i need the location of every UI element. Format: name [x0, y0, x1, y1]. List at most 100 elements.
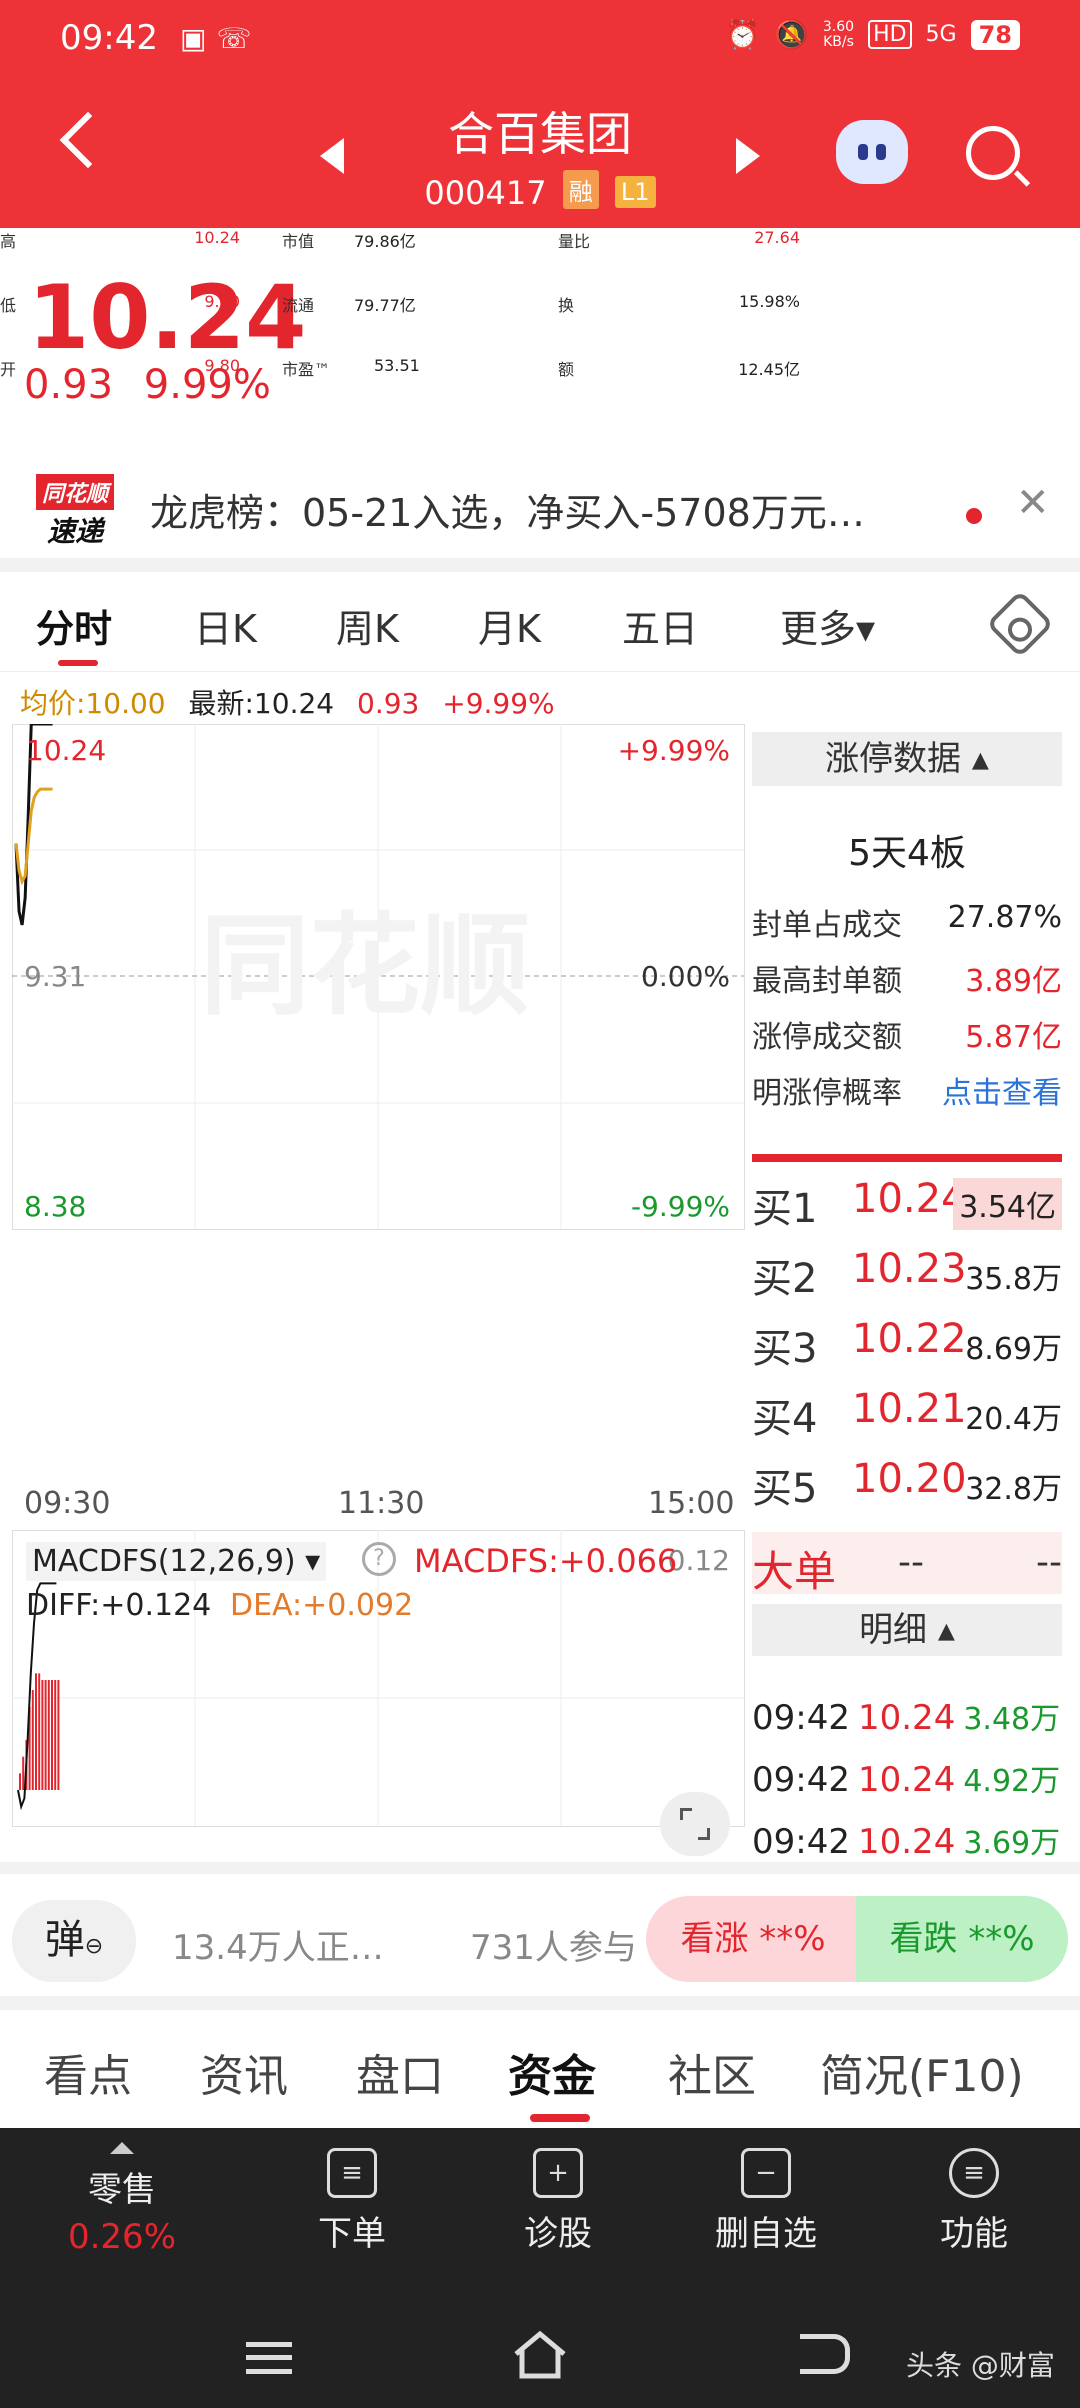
expand-up-icon — [110, 2142, 134, 2154]
home-icon[interactable] — [512, 2330, 568, 2380]
quote-value-market-0: 79.86亿 — [354, 232, 416, 251]
tab-f10[interactable]: 简况(F10) — [820, 2040, 1024, 2104]
chart-area: 分时 日K 周K 月K 五日 更多▾ 均价:10.00 最新:10.24 0.9… — [0, 572, 1080, 1862]
tab-funds[interactable]: 资金 — [508, 2040, 596, 2104]
detail-header[interactable]: 明细 ▴ — [752, 1604, 1062, 1656]
limit-row-label: 封单占成交 — [752, 908, 902, 943]
limit-row-value[interactable]: 点击查看 — [942, 1068, 1062, 1112]
participants-count: 731人参与 — [470, 1928, 637, 1968]
back-nav-icon[interactable] — [800, 2334, 850, 2374]
close-icon[interactable]: ✕ — [1016, 480, 1050, 526]
big-order-row[interactable]: 大单 -- -- — [752, 1532, 1062, 1596]
functions-label: 功能 — [940, 2214, 1008, 2254]
order-book-row[interactable]: 买1 10.24 3.54亿 — [752, 1172, 1062, 1242]
news-text[interactable]: 龙虎榜：05-21入选，净买入-5708万元… — [150, 482, 940, 537]
quote-value-market-1: 79.77亿 — [354, 296, 416, 315]
trade-volume: 3.48万 — [963, 1702, 1061, 1737]
news-logo-bottom: 速递 — [46, 515, 103, 548]
intraday-chart[interactable]: 同花顺 10.24 9.31 8.38 +9.99% 0.00% -9.99% — [12, 724, 757, 1244]
bid-label: 买1 — [752, 1186, 818, 1232]
y-pct-bottom: -9.99% — [631, 1190, 730, 1223]
limit-row-label: 明涨停概率 — [752, 1076, 902, 1111]
tab-intraday[interactable]: 分时 — [36, 598, 112, 653]
tab-community[interactable]: 社区 — [668, 2040, 756, 2104]
limit-data-header[interactable]: 涨停数据 ▴ — [752, 732, 1062, 786]
diagnose-stock-button[interactable]: + 诊股 — [468, 2148, 648, 2255]
tab-orderbook[interactable]: 盘口 — [356, 2040, 444, 2104]
tab-highlights[interactable]: 看点 — [44, 2040, 132, 2104]
y-label-bottom: 8.38 — [24, 1190, 86, 1223]
tab-more[interactable]: 更多▾ — [780, 598, 875, 653]
macd-title-select[interactable]: MACDFS(12,26,9) ▾ — [26, 1542, 327, 1581]
y-label-top: 10.24 — [26, 734, 106, 767]
viewers-count: 13.4万人正… — [172, 1928, 384, 1968]
battery-icon: 78 — [970, 19, 1020, 50]
remove-watchlist-button[interactable]: − 删自选 — [676, 2148, 856, 2255]
bid-volume: 32.8万 — [965, 1472, 1062, 1507]
place-order-button[interactable]: ≡ 下单 — [262, 2148, 442, 2255]
tab-news[interactable]: 资讯 — [200, 2040, 288, 2104]
net-speed-unit: KB/s — [823, 33, 854, 50]
functions-button[interactable]: ≡ 功能 — [884, 2148, 1064, 2255]
remove-watchlist-label: 删自选 — [715, 2214, 817, 2254]
legend-latest: 最新:10.24 — [188, 687, 335, 720]
bid-volume: 3.54亿 — [953, 1178, 1062, 1230]
quote-value-ratio-0: 27.64 — [754, 228, 800, 247]
dropdown-icon: ▾ — [305, 1544, 321, 1579]
trade-row: 09:42 10.24 4.92万 — [752, 1756, 1062, 1800]
settings-icon[interactable] — [986, 590, 1054, 658]
chart-legend: 均价:10.00 最新:10.24 0.93 +9.99% — [20, 682, 569, 722]
tab-daily-k[interactable]: 日K — [194, 598, 257, 653]
tab-weekly-k[interactable]: 周K — [336, 598, 399, 653]
stock-code: 000417 — [424, 174, 547, 212]
order-book-row[interactable]: 买5 10.20 32.8万 — [752, 1452, 1062, 1522]
next-stock-icon[interactable] — [736, 138, 760, 174]
limit-row-value: 27.87% — [947, 900, 1062, 935]
limit-row-value: 5.87亿 — [965, 1020, 1062, 1055]
quote-label-market-0: 市值 — [282, 232, 315, 251]
y-label-mid: 9.31 — [24, 960, 86, 993]
retail-value: 0.26% — [67, 2217, 176, 2257]
x-tick-close: 15:00 — [648, 1486, 735, 1521]
signal-icon: 5G — [925, 22, 957, 47]
search-icon[interactable] — [966, 126, 1020, 180]
tab-five-day[interactable]: 五日 — [622, 598, 698, 653]
y-pct-mid: 0.00% — [641, 960, 730, 993]
bid-label: 买3 — [752, 1326, 818, 1372]
x-tick-open: 09:30 — [24, 1486, 111, 1521]
notification-icons: ▣☏ — [180, 22, 262, 55]
limit-row-value: 3.89亿 — [965, 964, 1062, 999]
bottom-nav: 零售 0.26% ≡ 下单 + 诊股 − 删自选 ≡ 功能 — [0, 2128, 1080, 2300]
fullscreen-icon[interactable] — [660, 1792, 730, 1856]
ths-watermark-icon: 同花顺 — [200, 902, 530, 1030]
big-order-v1: -- — [898, 1542, 924, 1583]
quote-label-ratio-0: 量比 — [558, 232, 591, 251]
diagnose-label: 诊股 — [524, 2214, 592, 2254]
legend-change: 0.93 — [357, 687, 420, 720]
section-tabs: 看点 资讯 盘口 资金 社区 简况(F10) — [0, 2010, 1080, 2128]
order-book-row[interactable]: 买3 10.22 8.69万 — [752, 1312, 1062, 1382]
diagnose-icon: + — [533, 2148, 583, 2198]
robot-assistant-icon[interactable] — [836, 120, 908, 184]
news-banner[interactable]: 同花顺 速递 龙虎榜：05-21入选，净买入-5708万元… ✕ — [0, 458, 1080, 558]
order-book-row[interactable]: 买4 10.21 20.4万 — [752, 1382, 1062, 1452]
trade-price: 10.24 — [857, 1822, 956, 1862]
help-icon[interactable]: ? — [362, 1542, 396, 1576]
menu-icon[interactable] — [246, 2342, 292, 2374]
retail-item[interactable]: 零售 0.26% — [32, 2138, 212, 2257]
limit-row-label: 涨停成交额 — [752, 1020, 902, 1055]
alarm-icon: ⏰ — [725, 18, 761, 51]
quote-value-market-2: 53.51 — [374, 356, 420, 375]
bid-price: 10.20 — [852, 1456, 967, 1502]
danmaku-label: 弹 — [44, 1917, 85, 1963]
avg-price-line — [14, 787, 53, 886]
trade-price: 10.24 — [857, 1760, 956, 1800]
vote-up-button[interactable]: 看涨 **% — [646, 1896, 860, 1982]
vote-down-button[interactable]: 看跌 **% — [856, 1896, 1068, 1982]
order-book-row[interactable]: 买2 10.23 35.8万 — [752, 1242, 1062, 1312]
diff-value: DIFF:+0.124 — [26, 1588, 212, 1623]
danmaku-button[interactable]: 弹⊖ — [12, 1900, 136, 1982]
quote-panel: 10.24 0.93 9.99% 高 10.24 市值 79.86亿 量比 27.64 低 9… — [0, 228, 1080, 558]
tab-monthly-k[interactable]: 月K — [478, 598, 541, 653]
net-speed-value: 3.60 — [822, 18, 855, 35]
